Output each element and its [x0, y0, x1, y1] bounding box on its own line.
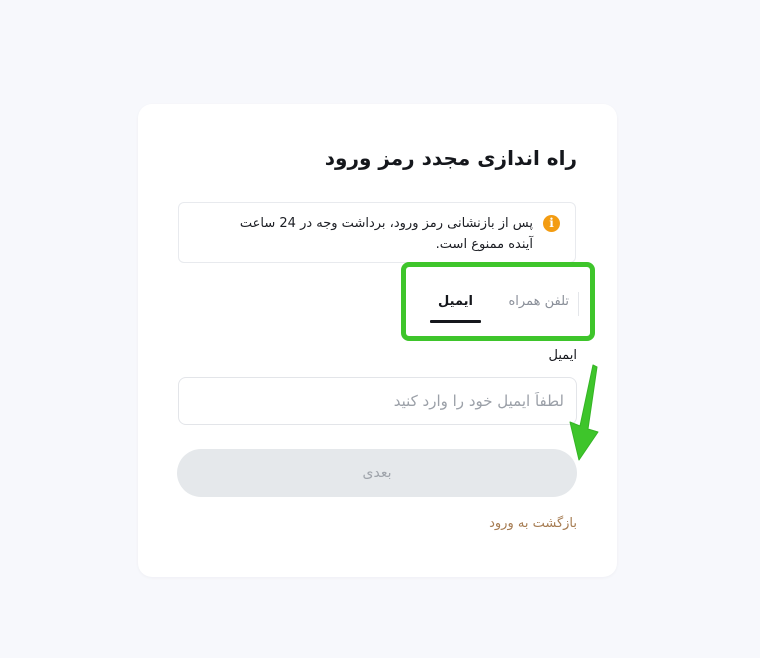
notice-box: i پس از بازنشانی رمز ورود، برداشت وجه در…: [178, 202, 576, 263]
active-tab-indicator: [430, 320, 481, 323]
info-icon: i: [543, 215, 560, 232]
tab-email[interactable]: ایمیل: [438, 294, 473, 309]
next-button[interactable]: بعدی: [177, 449, 577, 497]
tab-phone[interactable]: تلفن همراه: [509, 294, 570, 309]
tabs-divider: [578, 292, 579, 316]
email-field-label: ایمیل: [548, 348, 577, 363]
reset-method-tabs: تلفن همراه ایمیل: [404, 282, 579, 328]
arrow-annotation-icon: [569, 364, 599, 461]
page-title: راه اندازی مجدد رمز ورود: [324, 146, 577, 170]
back-to-login-link[interactable]: بازگشت به ورود: [489, 516, 577, 531]
reset-password-card: راه اندازی مجدد رمز ورود i پس از بازنشان…: [138, 104, 617, 577]
email-field[interactable]: [178, 377, 577, 425]
notice-text: پس از بازنشانی رمز ورود، برداشت وجه در 2…: [239, 216, 533, 252]
